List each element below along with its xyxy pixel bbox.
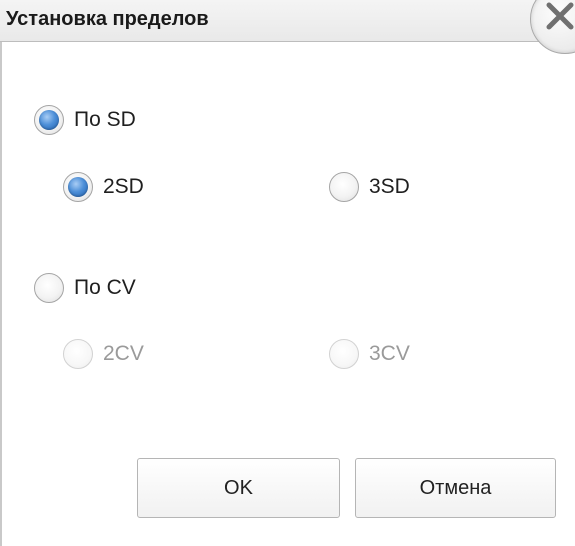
radio-3cv: 3CV — [329, 339, 410, 369]
radio-2cv-circle — [63, 339, 93, 369]
cancel-button[interactable]: Отмена — [355, 458, 556, 518]
close-icon — [546, 2, 574, 30]
dialog-title-bar: Установка пределов — [0, 0, 575, 42]
radio-by-sd-circle[interactable] — [34, 105, 64, 135]
radio-by-cv[interactable]: По CV — [34, 273, 136, 303]
radio-by-sd-label: По SD — [74, 108, 136, 131]
radio-3sd-label: 3SD — [369, 175, 410, 198]
radio-3sd[interactable]: 3SD — [329, 172, 410, 202]
limits-dialog: Установка пределов По SD 2SD 3SD По CV 2… — [0, 0, 575, 546]
radio-by-sd[interactable]: По SD — [34, 105, 136, 135]
dialog-left-border — [0, 42, 2, 546]
close-button[interactable] — [530, 0, 575, 54]
radio-by-cv-circle[interactable] — [34, 273, 64, 303]
radio-2sd-circle[interactable] — [63, 172, 93, 202]
radio-2sd-label: 2SD — [103, 175, 144, 198]
radio-3cv-label: 3CV — [369, 342, 410, 365]
radio-by-cv-label: По CV — [74, 276, 136, 299]
dialog-title: Установка пределов — [6, 8, 209, 30]
radio-2cv-label: 2CV — [103, 342, 144, 365]
radio-3cv-circle — [329, 339, 359, 369]
radio-3sd-circle[interactable] — [329, 172, 359, 202]
ok-button[interactable]: OK — [137, 458, 340, 518]
radio-2cv: 2CV — [63, 339, 144, 369]
radio-2sd[interactable]: 2SD — [63, 172, 144, 202]
